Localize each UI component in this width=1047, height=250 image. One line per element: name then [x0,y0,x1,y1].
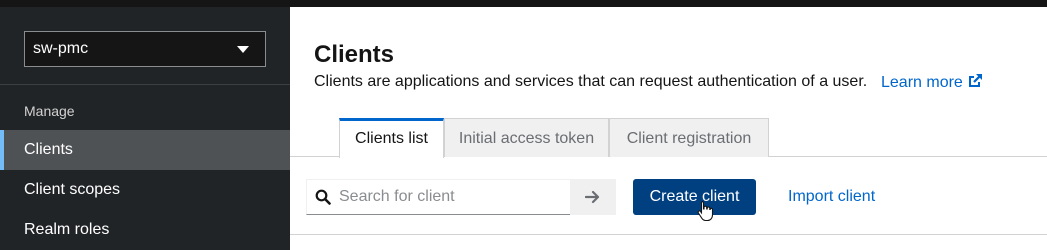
import-client-button[interactable]: Import client [788,179,875,215]
tab-clients-list[interactable]: Clients list [339,118,444,158]
learn-more-link[interactable]: Learn more [881,73,983,92]
tab-initial-access-token[interactable]: Initial access token [444,118,609,157]
sidebar-item-realm-roles[interactable]: Realm roles [0,210,290,250]
tab-label: Client registration [626,130,752,147]
sidebar-item-label: Realm roles [24,221,110,238]
main-content: Clients Clients are applications and ser… [290,7,1047,250]
sidebar-item-label: Clients [24,141,73,158]
sidebar: sw-pmc Manage Clients Client scopes Real… [0,7,290,250]
create-client-button[interactable]: Create client [633,179,756,215]
sidebar-divider [0,84,290,85]
realm-select-value: sw-pmc [33,40,89,57]
search-input[interactable] [339,180,567,214]
caret-down-icon [237,46,249,53]
page-title: Clients [314,41,395,68]
learn-more-label: Learn more [881,74,963,91]
search-icon [315,189,331,205]
nav-section-title: Manage [24,103,75,119]
tab-label: Initial access token [458,130,595,147]
sidebar-item-label: Client scopes [24,181,121,198]
top-bar [0,0,1047,7]
external-link-icon [968,74,982,87]
search-box [306,179,570,215]
tab-label: Clients list [355,130,428,147]
page-description: Clients are applications and services th… [314,73,868,90]
search-submit-button[interactable] [570,179,616,215]
arrow-right-icon [585,190,600,204]
realm-select[interactable]: sw-pmc [24,31,266,67]
hand-pointer-cursor-icon [697,200,713,222]
tab-client-registration[interactable]: Client registration [609,118,769,157]
toolbar-divider [290,234,1047,235]
sidebar-item-clients[interactable]: Clients [0,130,290,170]
sidebar-item-client-scopes[interactable]: Client scopes [0,170,290,210]
